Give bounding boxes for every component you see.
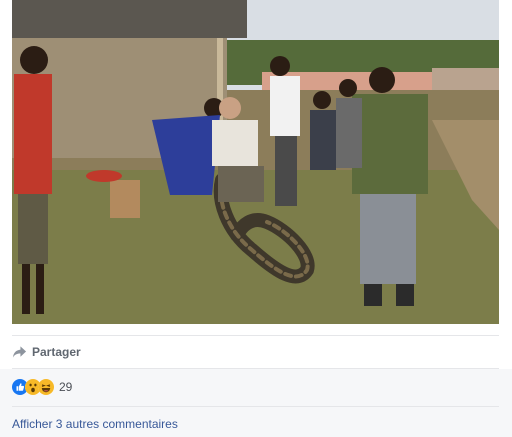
photo-divider <box>12 335 499 336</box>
photo-house-roof <box>12 0 247 38</box>
share-button[interactable]: Partager <box>12 343 81 361</box>
reactions-summary[interactable]: 29 <box>12 378 72 396</box>
post-photo[interactable] <box>12 0 499 324</box>
comments-divider <box>12 406 499 407</box>
share-arrow-icon <box>12 346 27 358</box>
reaction-count: 29 <box>59 380 73 394</box>
reactions-top-divider <box>12 368 499 369</box>
photo-bench <box>110 180 140 218</box>
view-more-comments-link[interactable]: Afficher 3 autres commentaires <box>12 417 178 431</box>
photo-basin <box>86 170 122 182</box>
haha-icon <box>38 379 54 395</box>
share-label: Partager <box>32 345 81 359</box>
facebook-post: Partager 29 Afficher 3 autres commentair… <box>0 0 512 437</box>
